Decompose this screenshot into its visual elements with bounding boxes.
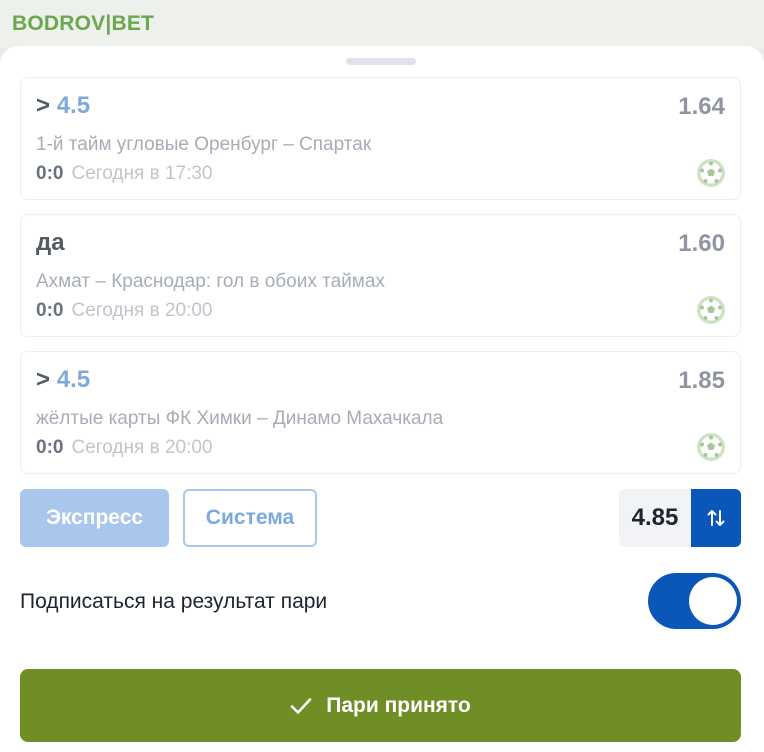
swap-order-button[interactable] bbox=[691, 489, 741, 547]
checkmark-icon bbox=[290, 697, 312, 714]
toggle-knob bbox=[689, 577, 737, 625]
bet-outcome: да bbox=[36, 229, 65, 256]
subscribe-toggle[interactable] bbox=[648, 573, 741, 629]
bet-event-name: 1-й тайм угловые Оренбург – Спартак bbox=[36, 134, 372, 155]
bet-score: 0:0 bbox=[36, 163, 64, 184]
bet-score: 0:0 bbox=[36, 300, 64, 321]
bet-meta: 0:0 Сегодня в 17:30 bbox=[36, 163, 212, 185]
sheet-drag-handle[interactable] bbox=[346, 58, 416, 65]
top-bar: BODROV|BET bbox=[0, 0, 764, 48]
bet-card[interactable]: > 4.5 1.64 1-й тайм угловые Оренбург – С… bbox=[20, 77, 741, 200]
subscribe-label: Подписаться на результат пари bbox=[20, 590, 328, 613]
bet-accepted-label: Пари принято bbox=[326, 693, 471, 717]
total-odds: 4.85 bbox=[619, 489, 691, 547]
bet-score: 0:0 bbox=[36, 437, 64, 458]
bet-meta: 0:0 Сегодня в 20:00 bbox=[36, 300, 212, 322]
soccer-ball-icon bbox=[697, 159, 725, 187]
bet-start-time: Сегодня в 20:00 bbox=[71, 300, 213, 321]
bet-odds: 1.64 bbox=[678, 93, 725, 120]
swap-arrows-icon bbox=[707, 510, 725, 526]
bet-odds: 1.60 bbox=[678, 230, 725, 257]
soccer-ball-icon bbox=[697, 433, 725, 461]
bet-card[interactable]: да 1.60 Ахмат – Краснодар: гол в обоих т… bbox=[20, 214, 741, 337]
bet-accepted-button[interactable]: Пари принято bbox=[20, 669, 741, 742]
soccer-ball-icon bbox=[697, 296, 725, 324]
bet-event-name: Ахмат – Краснодар: гол в обоих таймах bbox=[36, 271, 385, 292]
bet-card[interactable]: > 4.5 1.85 жёлтые карты ФК Химки – Динам… bbox=[20, 351, 741, 474]
bet-meta: 0:0 Сегодня в 20:00 bbox=[36, 437, 212, 459]
bet-odds: 1.85 bbox=[678, 367, 725, 394]
express-button[interactable]: Экспресс bbox=[20, 489, 169, 547]
bet-outcome: > 4.5 bbox=[36, 92, 91, 119]
bet-outcome: > 4.5 bbox=[36, 366, 91, 393]
brand-logo: BODROV|BET bbox=[12, 12, 155, 35]
bet-event-name: жёлтые карты ФК Химки – Динамо Махачкала bbox=[36, 408, 444, 429]
system-button[interactable]: Система bbox=[183, 489, 317, 547]
bet-start-time: Сегодня в 20:00 bbox=[71, 437, 213, 458]
bet-start-time: Сегодня в 17:30 bbox=[71, 163, 213, 184]
